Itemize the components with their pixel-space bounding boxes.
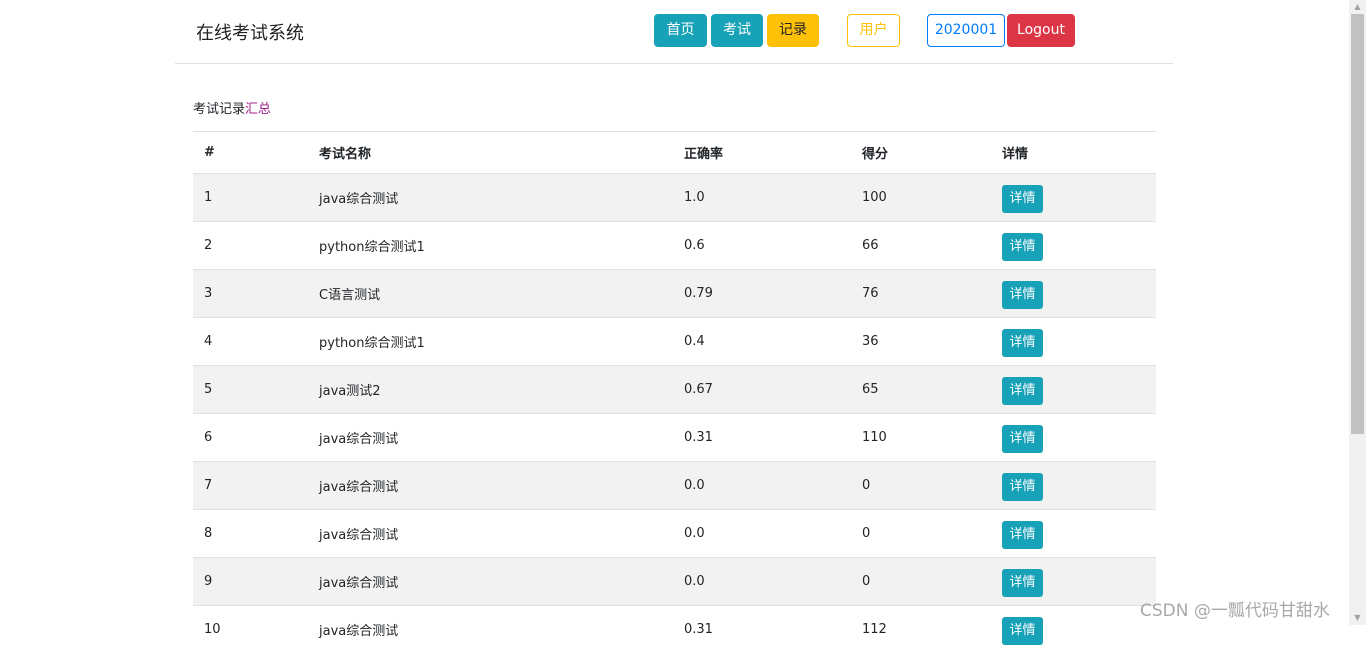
logout-button[interactable]: Logout — [1007, 14, 1075, 47]
row-num: 9 — [204, 574, 213, 589]
table-row: 2 python综合测试1 0.6 66 详情 — [193, 221, 1156, 270]
row-detail-cell: 详情 — [991, 222, 1156, 270]
detail-button[interactable]: 详情 — [1002, 233, 1043, 261]
row-num: 1 — [204, 190, 213, 205]
row-rate: 0.67 — [684, 382, 713, 397]
row-detail-cell: 详情 — [991, 606, 1156, 654]
row-rate: 0.79 — [684, 286, 713, 301]
col-rate-header: 正确率 — [673, 131, 851, 174]
row-score: 110 — [862, 430, 887, 445]
row-score: 0 — [862, 574, 871, 589]
row-rate: 0.0 — [684, 478, 705, 493]
row-detail-cell: 详情 — [991, 366, 1156, 414]
caption-accent: 汇总 — [245, 102, 272, 117]
row-score: 0 — [862, 478, 871, 493]
row-detail-cell: 详情 — [991, 462, 1156, 510]
detail-button[interactable]: 详情 — [1002, 425, 1043, 453]
detail-button[interactable]: 详情 — [1002, 329, 1043, 357]
row-num: 5 — [204, 382, 213, 397]
row-score: 0 — [862, 526, 871, 541]
row-exam-name: C语言测试 — [319, 288, 381, 303]
row-score: 76 — [862, 286, 879, 301]
table-row: 7 java综合测试 0.0 0 详情 — [193, 461, 1156, 510]
table-row: 3 C语言测试 0.79 76 详情 — [193, 269, 1156, 318]
row-exam-name: java综合测试 — [319, 432, 399, 447]
row-detail-cell: 详情 — [991, 558, 1156, 606]
table-row: 9 java综合测试 0.0 0 详情 — [193, 557, 1156, 606]
table-row: 1 java综合测试 1.0 100 详情 — [193, 173, 1156, 222]
row-rate: 1.0 — [684, 190, 705, 205]
row-rate: 0.6 — [684, 238, 705, 253]
row-score: 65 — [862, 382, 879, 397]
detail-button[interactable]: 详情 — [1002, 569, 1043, 597]
detail-button[interactable]: 详情 — [1002, 377, 1043, 405]
brand-title[interactable]: 在线考试系统 — [196, 19, 304, 45]
home-button[interactable]: 首页 — [654, 14, 707, 47]
row-score: 100 — [862, 190, 887, 205]
user-id-button[interactable]: 2020001 — [927, 14, 1005, 47]
detail-button[interactable]: 详情 — [1002, 281, 1043, 309]
table-row: 8 java综合测试 0.0 0 详情 — [193, 509, 1156, 558]
row-detail-cell: 详情 — [991, 174, 1156, 222]
row-rate: 0.4 — [684, 334, 705, 349]
row-exam-name: java测试2 — [319, 384, 381, 399]
row-score: 36 — [862, 334, 879, 349]
row-exam-name: java综合测试 — [319, 576, 399, 591]
row-rate: 0.31 — [684, 622, 713, 638]
row-rate: 0.0 — [684, 574, 705, 589]
row-num: 3 — [204, 286, 213, 301]
row-exam-name: python综合测试1 — [319, 240, 425, 255]
records-button[interactable]: 记录 — [767, 14, 819, 47]
scroll-down-icon[interactable]: ▼ — [1349, 611, 1366, 625]
col-score-header: 得分 — [851, 131, 991, 174]
col-num-header: # — [193, 131, 308, 174]
exam-button[interactable]: 考试 — [711, 14, 763, 47]
row-score: 112 — [862, 622, 887, 638]
detail-button[interactable]: 详情 — [1002, 521, 1043, 549]
row-detail-cell: 详情 — [991, 510, 1156, 558]
table-row: 5 java测试2 0.67 65 详情 — [193, 365, 1156, 414]
csdn-watermark: CSDN @一瓢代码甘甜水 — [1140, 601, 1330, 621]
col-name-header: 考试名称 — [308, 131, 673, 174]
row-exam-name: java综合测试 — [319, 192, 399, 207]
row-num: 4 — [204, 334, 213, 349]
records-caption: 考试记录汇总 — [193, 98, 271, 117]
row-detail-cell: 详情 — [991, 270, 1156, 318]
row-score: 66 — [862, 238, 879, 253]
row-rate: 0.31 — [684, 430, 713, 445]
page: 在线考试系统 首页 考试 记录 用户 2020001 Logout 考试记录汇总… — [0, 0, 1349, 646]
detail-button[interactable]: 详情 — [1002, 473, 1043, 501]
records-table-wrap: # 考试名称 正确率 得分 详情 1 java综合测试 1.0 100 详情 2 — [193, 131, 1156, 654]
row-num: 10 — [204, 622, 221, 638]
records-table: # 考试名称 正确率 得分 详情 1 java综合测试 1.0 100 详情 2 — [193, 131, 1156, 654]
user-button[interactable]: 用户 — [847, 14, 900, 47]
caption-text: 考试记录 — [193, 102, 246, 117]
table-header-row: # 考试名称 正确率 得分 详情 — [193, 131, 1156, 174]
navbar: 在线考试系统 首页 考试 记录 用户 2020001 Logout — [175, 0, 1173, 64]
row-exam-name: java综合测试 — [319, 624, 399, 640]
scroll-up-icon[interactable]: ▲ — [1349, 0, 1366, 14]
detail-button[interactable]: 详情 — [1002, 617, 1043, 646]
row-detail-cell: 详情 — [991, 414, 1156, 462]
vertical-scrollbar[interactable]: ▲ ▼ — [1349, 0, 1366, 625]
row-rate: 0.0 — [684, 526, 705, 541]
detail-button[interactable]: 详情 — [1002, 185, 1043, 213]
row-exam-name: java综合测试 — [319, 528, 399, 543]
row-detail-cell: 详情 — [991, 318, 1156, 366]
table-row: 10 java综合测试 0.31 112 详情 — [193, 605, 1156, 654]
row-num: 7 — [204, 478, 213, 493]
row-num: 6 — [204, 430, 213, 445]
row-num: 2 — [204, 238, 213, 253]
table-row: 4 python综合测试1 0.4 36 详情 — [193, 317, 1156, 366]
table-row: 6 java综合测试 0.31 110 详情 — [193, 413, 1156, 462]
row-num: 8 — [204, 526, 213, 541]
scroll-thumb[interactable] — [1351, 14, 1364, 434]
row-exam-name: python综合测试1 — [319, 336, 425, 351]
col-detail-header: 详情 — [991, 131, 1156, 174]
row-exam-name: java综合测试 — [319, 480, 399, 495]
